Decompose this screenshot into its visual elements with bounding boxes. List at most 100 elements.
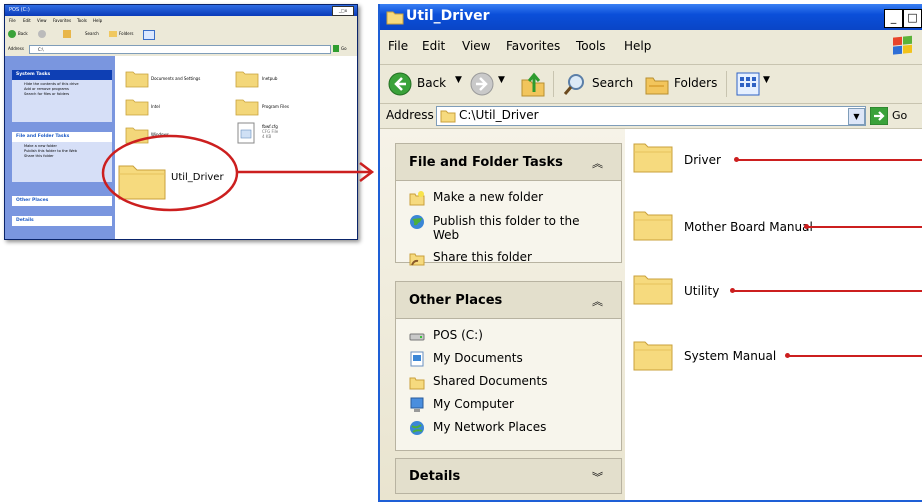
menu-tools[interactable]: Tools (576, 39, 606, 53)
expand-chevron-icon[interactable]: ︾ (592, 469, 603, 485)
small-back-icon[interactable] (8, 30, 16, 38)
small-forward-icon[interactable] (38, 30, 46, 38)
window-title: Util_Driver (406, 8, 490, 24)
small-task-share[interactable]: Share this folder (16, 154, 108, 159)
collapse-chevron-icon[interactable]: ︽ (592, 155, 603, 171)
small-menu-bar: File Edit View Favorites Tools Help (5, 16, 357, 26)
small-address-label: Address (8, 46, 24, 51)
small-details-panel: Details (12, 216, 112, 226)
folder-utility-icon[interactable] (633, 271, 673, 305)
menu-view[interactable]: View (462, 39, 490, 53)
folder-driver-label[interactable]: Driver (684, 153, 721, 167)
toolbar: Back ▼ ▼ Search Folders ▼ (380, 65, 922, 104)
toolbar-separator (726, 71, 727, 97)
collapse-chevron-icon[interactable]: ︽ (592, 293, 603, 309)
small-menu-favorites[interactable]: Favorites (53, 16, 71, 26)
globe-icon (410, 215, 424, 229)
util-driver-explorer-window: Util_Driver _ □ × File Edit View Favorit… (378, 4, 922, 502)
small-menu-view[interactable]: View (37, 16, 47, 26)
small-go-label[interactable]: Go (341, 43, 347, 55)
small-cfg-file-label[interactable]: fbwf.cfg CFG File 4 KB (262, 124, 278, 139)
small-toolbar: Back Search Folders (5, 26, 357, 42)
go-button[interactable]: Go (892, 109, 907, 122)
my-computer-icon (410, 397, 424, 412)
file-folder-tasks-panel: File and Folder Tasks ︽ Make a new folde… (395, 143, 622, 266)
search-icon[interactable] (562, 71, 586, 97)
details-panel: Details ︾ (395, 458, 622, 494)
folder-utility-label[interactable]: Utility (684, 284, 719, 298)
title-bar: Util_Driver _ □ × (380, 4, 922, 30)
views-dropdown-icon[interactable]: ▼ (763, 75, 770, 85)
small-go-icon[interactable] (333, 45, 339, 52)
share-folder-icon (409, 253, 425, 266)
other-places-panel: Other Places ︽ POS (C:) My Documents Sha… (395, 281, 622, 451)
forward-dropdown-icon[interactable]: ▼ (498, 75, 505, 85)
folder-system-manual-icon[interactable] (633, 337, 673, 371)
address-bar: Address C:\Util_Driver ▼ Go (380, 104, 922, 129)
maximize-button[interactable]: □ (903, 9, 922, 28)
address-dropdown-icon[interactable]: ▼ (848, 108, 865, 125)
small-menu-help[interactable]: Help (93, 16, 102, 26)
small-folders-icon (109, 31, 117, 37)
back-button[interactable]: Back (417, 76, 446, 90)
small-menu-edit[interactable]: Edit (23, 16, 31, 26)
small-details-title[interactable]: Details (12, 216, 112, 226)
minimize-button[interactable]: _ (884, 9, 903, 28)
menu-edit[interactable]: Edit (422, 39, 445, 53)
small-folder-icon[interactable] (125, 68, 149, 88)
small-up-icon[interactable] (63, 30, 71, 38)
folders-button[interactable]: Folders (674, 76, 717, 90)
title-folder-icon (386, 11, 404, 25)
views-icon[interactable] (736, 72, 760, 96)
small-menu-file[interactable]: File (9, 16, 16, 26)
small-views-icon[interactable] (143, 30, 155, 40)
small-other-places-title[interactable]: Other Places (12, 196, 112, 206)
menu-file[interactable]: File (388, 39, 408, 53)
menu-help[interactable]: Help (624, 39, 651, 53)
search-button[interactable]: Search (592, 76, 633, 90)
small-folder-label[interactable]: Program Files (262, 104, 289, 109)
folder-mother-board-manual-label[interactable]: Mother Board Manual (684, 220, 813, 234)
small-menu-tools[interactable]: Tools (77, 16, 87, 26)
go-icon[interactable] (870, 107, 888, 125)
address-input[interactable]: C:\Util_Driver ▼ (436, 106, 866, 126)
small-system-tasks-title[interactable]: System Tasks (12, 70, 112, 80)
small-back-label[interactable]: Back (18, 26, 28, 42)
small-file-folder-tasks-title[interactable]: File and Folder Tasks (12, 132, 112, 142)
small-folder-icon[interactable] (235, 68, 259, 88)
small-task-pane: System Tasks Hide the contents of this d… (5, 56, 115, 239)
folders-icon[interactable] (644, 72, 670, 96)
windows-logo-icon (893, 35, 912, 55)
details-title: Details (409, 469, 461, 484)
small-folder-icon[interactable] (125, 96, 149, 116)
small-other-places-panel: Other Places (12, 196, 112, 206)
up-folder-icon[interactable] (520, 70, 546, 98)
forward-icon[interactable] (470, 72, 494, 96)
small-address-input[interactable]: C:\ (29, 45, 331, 54)
small-search-button[interactable]: Search (85, 26, 99, 42)
folder-driver-icon[interactable] (633, 139, 673, 173)
file-folder-tasks-header[interactable]: File and Folder Tasks ︽ (396, 144, 621, 181)
highlight-ellipse (101, 134, 239, 212)
small-folder-label[interactable]: Documents and Settings (151, 76, 200, 81)
new-folder-icon (409, 191, 425, 206)
small-window-controls[interactable]: _□x (332, 6, 354, 16)
small-task-search[interactable]: Search for files or folders (16, 92, 108, 97)
callout-line (788, 355, 922, 357)
folder-system-manual-label[interactable]: System Manual (684, 349, 776, 363)
small-folder-label[interactable]: Intel (151, 104, 160, 109)
small-folders-button[interactable]: Folders (119, 26, 133, 42)
small-system-tasks-panel: System Tasks Hide the contents of this d… (12, 70, 112, 122)
details-header[interactable]: Details ︾ (396, 459, 621, 493)
small-folder-label[interactable]: Inetpub (262, 76, 277, 81)
folder-mother-board-manual-icon[interactable] (633, 207, 673, 241)
menu-favorites[interactable]: Favorites (506, 39, 560, 53)
small-folder-icon[interactable] (235, 96, 259, 116)
other-places-header[interactable]: Other Places ︽ (396, 282, 621, 319)
task-publish-to-web[interactable]: Publish this folder to the Web (409, 214, 609, 244)
content-area: File and Folder Tasks ︽ Make a new folde… (380, 129, 922, 500)
address-label: Address (386, 108, 434, 122)
back-icon[interactable] (388, 72, 412, 96)
shared-folder-icon (409, 377, 425, 390)
back-dropdown-icon[interactable]: ▼ (455, 75, 462, 85)
